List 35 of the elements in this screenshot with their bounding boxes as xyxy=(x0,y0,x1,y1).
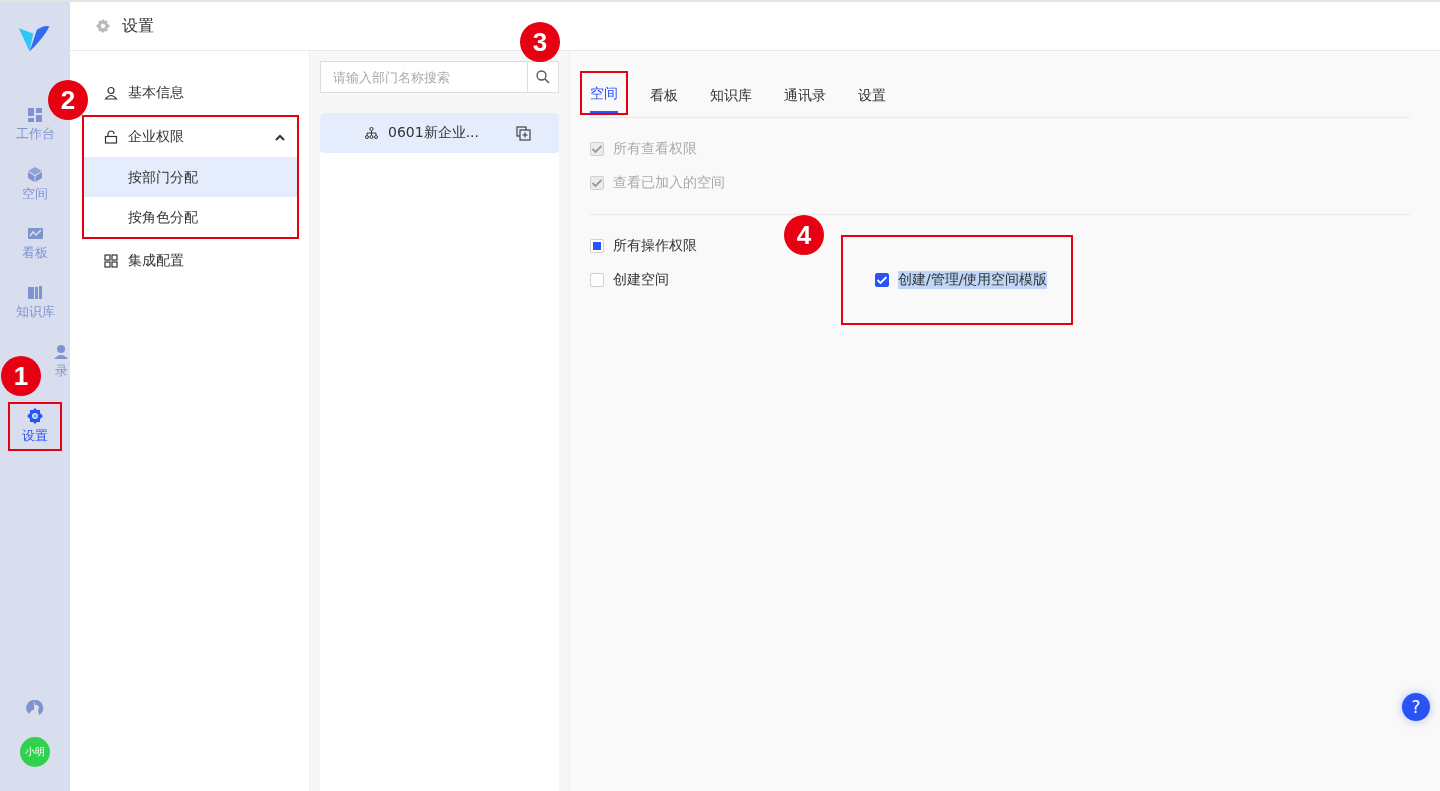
user-icon xyxy=(104,86,118,100)
gauge-icon xyxy=(26,699,44,717)
menu-item[interactable]: 集成配置 xyxy=(84,241,295,281)
help-button[interactable]: ? xyxy=(1402,693,1430,721)
option-label: 所有查看权限 xyxy=(613,140,697,158)
chart-board-icon xyxy=(27,227,43,241)
tab[interactable]: 通讯录 xyxy=(784,73,826,117)
option-label: 所有操作权限 xyxy=(613,237,697,255)
settings-icon xyxy=(27,408,43,424)
search-field[interactable]: 请输入部门名称搜索 xyxy=(320,61,527,93)
option-label: 创建/管理/使用空间模版 xyxy=(898,271,1048,289)
nav-item[interactable]: 设置 xyxy=(10,406,60,447)
lock-icon xyxy=(104,130,118,144)
tree-item[interactable]: 0601新企业... xyxy=(320,113,559,153)
search-button[interactable] xyxy=(527,61,559,93)
tab[interactable]: 看板 xyxy=(650,73,678,117)
tab[interactable]: 空间 xyxy=(590,73,618,113)
settings-icon xyxy=(96,19,110,33)
book-icon xyxy=(28,286,42,300)
option-label: 创建空间 xyxy=(613,271,669,289)
page-title: 设置 xyxy=(122,15,154,37)
add-copy-icon[interactable] xyxy=(516,125,531,141)
grid-icon xyxy=(104,254,118,268)
cube-icon xyxy=(28,167,42,182)
org-chart-icon xyxy=(365,127,378,139)
tab[interactable]: 知识库 xyxy=(710,73,752,117)
contact-icon xyxy=(54,345,68,359)
checkbox[interactable] xyxy=(875,273,889,287)
tab[interactable]: 设置 xyxy=(858,73,886,117)
submenu-item[interactable]: 按部门分配 xyxy=(84,157,297,197)
option-label: 查看已加入的空间 xyxy=(613,174,725,192)
dashboard-icon xyxy=(28,108,42,122)
submenu-item[interactable]: 按角色分配 xyxy=(84,197,297,237)
menu-item[interactable]: 企业权限 xyxy=(84,117,297,157)
search-icon xyxy=(536,70,550,84)
